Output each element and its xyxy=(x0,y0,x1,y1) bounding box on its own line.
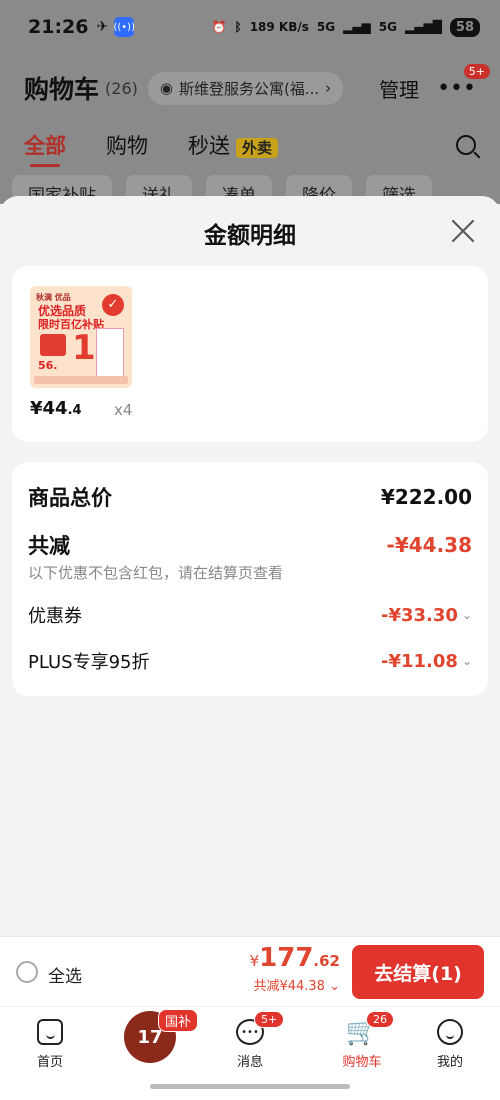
tab-instant[interactable]: 秒送 外卖 xyxy=(188,130,279,160)
amount-integer: 177 xyxy=(259,943,314,973)
messages-badge: 5+ xyxy=(254,1011,285,1028)
discount-note: 以下优惠不包含红包，请在结算页查看 xyxy=(28,564,284,582)
home-indicator xyxy=(150,1084,350,1089)
coupon-row[interactable]: 优惠券 -¥33.30 ⌄ xyxy=(28,602,472,628)
bluetooth-icon: ᛒ xyxy=(234,20,242,34)
signal-icon-2: ▂▄▆█ xyxy=(404,20,442,34)
signal-icon: ▂▄▆ xyxy=(343,20,371,34)
alarm-icon: ⏰ xyxy=(211,20,227,34)
address-selector[interactable]: ◉ 斯维登服务公寓(福... › xyxy=(147,71,344,105)
thumb-price: 56. xyxy=(38,359,58,372)
plus-discount-row[interactable]: PLUS专享95折 -¥11.08 ⌄ xyxy=(28,648,472,674)
network-5g-2: 5G xyxy=(378,20,397,34)
tab-shopping[interactable]: 购物 xyxy=(106,130,148,160)
select-all-label[interactable]: 全选 xyxy=(48,962,82,987)
tab-all[interactable]: 全部 xyxy=(24,130,66,167)
promo-tag: 国补 xyxy=(158,1009,199,1032)
more-badge: 5+ xyxy=(463,63,490,79)
manage-button[interactable]: 管理 xyxy=(379,74,419,103)
reduced-text: 共减¥44.38 xyxy=(253,979,325,994)
page-title: 购物车 xyxy=(24,75,100,104)
item-quantity: x4 xyxy=(114,401,133,419)
tab-home[interactable]: 首页 xyxy=(10,1017,90,1070)
item-price: ¥44.4 xyxy=(30,398,82,419)
item-card: 秋满 优品 优选品质 限时百亿补贴 ✓ 1 56. ¥44.4 x4 xyxy=(12,266,488,442)
coupon-value: -¥33.30 xyxy=(381,604,458,626)
network-5g-1: 5G xyxy=(316,20,336,34)
reduce-value: -¥44.38 xyxy=(386,533,472,557)
amount-detail-sheet: 金额明细 秋满 优品 优选品质 限时百亿补贴 ✓ 1 56. ¥44.4 x4 … xyxy=(0,196,500,936)
nfc-icon: ((•)) xyxy=(113,17,135,37)
coupon-label: 优惠券 xyxy=(28,606,82,627)
item-price-main: ¥44 xyxy=(30,398,68,419)
tab-me[interactable]: 我的 xyxy=(410,1017,490,1070)
cart-tabs: 全部 购物 秒送 外卖 xyxy=(24,130,476,167)
milk-box-image xyxy=(96,328,124,378)
product-thumbnail[interactable]: 秋满 优品 优选品质 限时百亿补贴 ✓ 1 56. xyxy=(30,286,132,388)
status-bar: 21:26 ✈ ((•)) ⏰ ᛒ 189 KB/s 5G ▂▄▆ 5G ▂▄▆… xyxy=(0,0,500,54)
sheet-title: 金额明细 xyxy=(204,223,296,249)
tab-cart-label: 购物车 xyxy=(342,1055,382,1070)
address-text: 斯维登服务公寓(福... xyxy=(178,79,320,98)
battery-indicator: 58 xyxy=(449,17,480,37)
close-icon[interactable] xyxy=(450,218,476,244)
checkout-button[interactable]: 去结算(1) xyxy=(352,945,484,999)
total-label: 商品总价 xyxy=(28,486,112,510)
tab-messages[interactable]: ••• 5+ 消息 xyxy=(210,1011,290,1070)
tab-cart[interactable]: 🛒 26 购物车 xyxy=(322,1011,402,1070)
cart-header: 购物车 (26) ◉ 斯维登服务公寓(福... › 管理 ••• 5+ xyxy=(24,63,490,106)
home-icon xyxy=(37,1019,63,1045)
amount-decimal: .62 xyxy=(313,952,340,970)
reduce-label: 共减 xyxy=(28,534,70,558)
chevron-right-icon: › xyxy=(325,79,332,97)
checkout-total: ¥177.62 共减¥44.38 ⌄ xyxy=(250,943,340,994)
plus-value: -¥11.08 xyxy=(381,650,458,672)
checkout-bar: 全选 ¥177.62 共减¥44.38 ⌄ 去结算(1) xyxy=(0,936,500,1006)
chevron-down-icon: ⌄ xyxy=(329,979,340,994)
chevron-down-icon: ⌄ xyxy=(461,608,472,622)
reduced-summary[interactable]: 共减¥44.38 ⌄ xyxy=(250,975,340,994)
bag-icon xyxy=(40,334,66,356)
drone-icon: ✈ xyxy=(96,19,109,35)
reduce-row: 共减 -¥44.38 xyxy=(28,530,472,560)
eye-icon: ◉ xyxy=(159,79,173,97)
user-icon xyxy=(437,1019,463,1045)
price-summary-card: 商品总价 ¥222.00 共减 -¥44.38 以下优惠不包含红包，请在结算页查… xyxy=(12,462,488,696)
currency-symbol: ¥ xyxy=(249,952,260,970)
search-icon[interactable] xyxy=(456,135,476,155)
more-button[interactable]: ••• 5+ xyxy=(437,63,490,101)
item-price-decimal: .4 xyxy=(67,403,82,418)
tab-messages-label: 消息 xyxy=(236,1055,263,1070)
select-all-radio[interactable] xyxy=(16,961,38,983)
chevron-down-icon: ⌄ xyxy=(461,654,472,668)
cart-badge: 26 xyxy=(366,1011,394,1028)
tab-instant-label: 秒送 xyxy=(188,134,230,158)
network-speed: 189 KB/s xyxy=(249,20,309,34)
cart-count: (26) xyxy=(105,78,138,98)
total-row: 商品总价 ¥222.00 xyxy=(28,482,472,512)
thumb-number: 1 xyxy=(72,328,96,368)
waimai-tag: 外卖 xyxy=(236,138,279,158)
thumb-banner xyxy=(34,376,128,384)
check-icon: ✓ xyxy=(102,294,124,316)
status-time: 21:26 xyxy=(28,16,89,38)
tab-me-label: 我的 xyxy=(436,1055,463,1070)
plus-label: PLUS专享95折 xyxy=(28,652,150,673)
total-value: ¥222.00 xyxy=(380,485,472,509)
tab-home-label: 首页 xyxy=(36,1055,63,1070)
